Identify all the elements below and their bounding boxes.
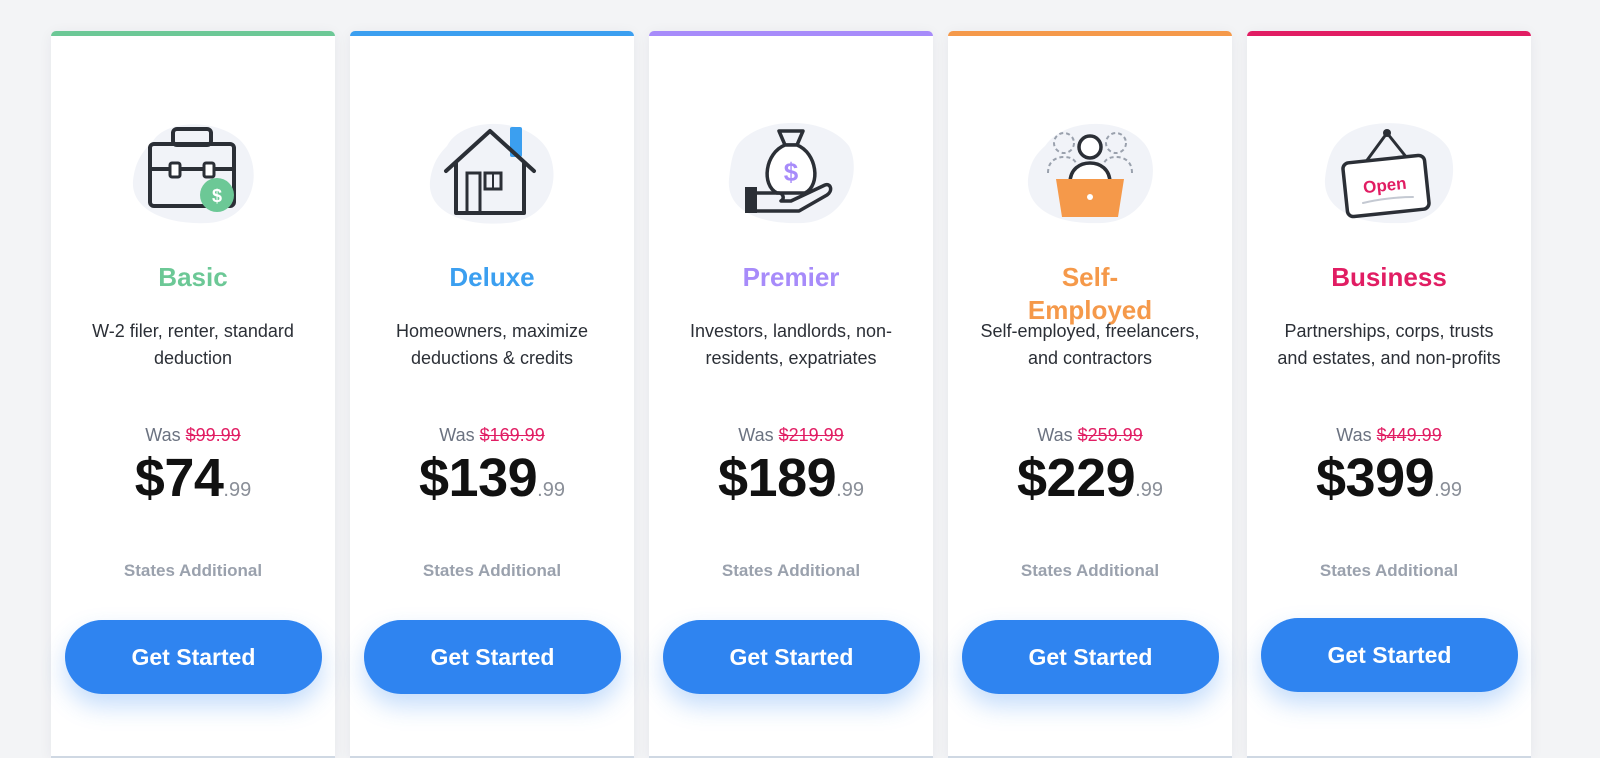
card-accent-bar: [51, 31, 335, 36]
plan-name: Basic: [158, 262, 228, 292]
was-label: Was: [145, 425, 181, 445]
states-note: States Additional: [1020, 561, 1160, 580]
old-price: $219.99: [778, 425, 844, 445]
old-price: $99.99: [185, 425, 241, 445]
plan-card-business: Open Business Partnerships, corps, trust…: [1247, 31, 1531, 758]
states-note: States Additional: [721, 561, 861, 580]
get-started-button[interactable]: Get Started: [65, 620, 322, 694]
pricing-cards: $ Basic W-2 filer, renter, standard dedu…: [0, 0, 1600, 758]
original-price: Was $219.99: [649, 423, 933, 447]
price-cents: .99: [537, 479, 565, 501]
card-accent-bar: [350, 31, 634, 36]
original-price: Was $449.99: [1247, 423, 1531, 447]
current-price: $229.99: [948, 447, 1232, 509]
price-dollars: $74: [134, 448, 224, 508]
was-label: Was: [1336, 425, 1372, 445]
price-cents: .99: [223, 479, 252, 501]
price-dollars: $229: [1017, 448, 1136, 508]
card-accent-bar: [649, 31, 933, 36]
plan-description: Self-employed, freelancers, and contract…: [980, 321, 1200, 368]
price-dollars: $139: [419, 448, 538, 508]
original-price: Was $259.99: [948, 423, 1232, 447]
states-note: States Additional: [1319, 561, 1459, 580]
house-icon: [422, 111, 562, 231]
money-bag-hand-icon: $: [721, 111, 861, 231]
old-price: $259.99: [1077, 425, 1143, 445]
original-price: Was $99.99: [51, 423, 335, 447]
old-price: $169.99: [479, 425, 545, 445]
old-price: $449.99: [1376, 425, 1442, 445]
plan-description: W-2 filer, renter, standard deduction: [92, 321, 294, 368]
get-started-button[interactable]: Get Started: [1261, 618, 1518, 692]
card-accent-bar: [1247, 31, 1531, 36]
plan-description: Homeowners, maximize deductions & credit…: [395, 321, 589, 368]
plan-description: Partnerships, corps, trusts and estates,…: [1277, 321, 1501, 368]
current-price: $399.99: [1247, 447, 1531, 509]
briefcase-dollar-icon: $: [123, 111, 263, 231]
svg-text:$: $: [212, 186, 222, 206]
plan-card-self-employed: Self-Employed Self-employed, freelancers…: [948, 31, 1232, 758]
price-dollars: $399: [1316, 448, 1435, 508]
plan-card-basic: $ Basic W-2 filer, renter, standard dedu…: [51, 31, 335, 758]
was-label: Was: [738, 425, 774, 445]
price-dollars: $189: [718, 448, 837, 508]
price-cents: .99: [836, 479, 864, 501]
price-cents: .99: [1434, 479, 1462, 501]
current-price: $189.99: [649, 447, 933, 509]
svg-text:$: $: [784, 157, 799, 187]
was-label: Was: [1037, 425, 1073, 445]
plan-card-deluxe: Deluxe Homeowners, maximize deductions &…: [350, 31, 634, 758]
plan-description: Investors, landlords, non-residents, exp…: [689, 321, 893, 368]
card-accent-bar: [948, 31, 1232, 36]
was-label: Was: [439, 425, 475, 445]
person-laptop-icon: [1020, 111, 1160, 231]
states-note: States Additional: [422, 561, 562, 580]
open-sign-icon: Open: [1319, 111, 1459, 231]
get-started-button[interactable]: Get Started: [364, 620, 621, 694]
plan-name: Premier: [742, 262, 840, 292]
current-price: $74.99: [51, 447, 335, 509]
original-price: Was $169.99: [350, 423, 634, 447]
get-started-button[interactable]: Get Started: [663, 620, 920, 694]
plan-name: Deluxe: [449, 262, 535, 292]
current-price: $139.99: [350, 447, 634, 509]
states-note: States Additional: [123, 561, 263, 580]
plan-name: Business: [1331, 262, 1447, 292]
price-cents: .99: [1135, 479, 1163, 501]
plan-card-premier: $ Premier Investors, landlords, non-resi…: [649, 31, 933, 758]
get-started-button[interactable]: Get Started: [962, 620, 1219, 694]
